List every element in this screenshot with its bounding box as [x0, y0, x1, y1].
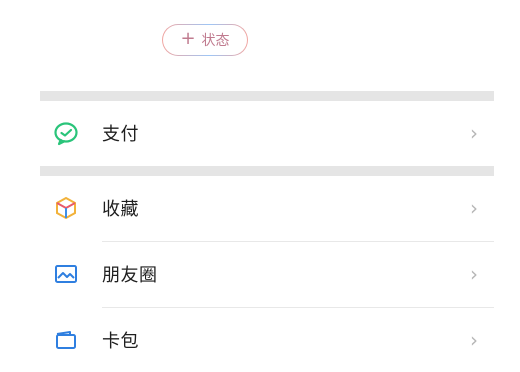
menu-item-moments[interactable]: 朋友圈 › — [40, 242, 494, 306]
card-wallet-icon — [52, 326, 80, 354]
status-label: 状态 — [201, 33, 230, 49]
favorites-cube-icon — [52, 194, 80, 222]
section-separator — [40, 166, 494, 176]
chevron-right-icon: › — [470, 121, 478, 145]
menu-item-favorites[interactable]: 收藏 › — [40, 176, 494, 240]
menu-item-pay-label: 支付 — [102, 124, 139, 145]
section-separator — [40, 91, 494, 101]
menu-item-card-wallet-label: 卡包 — [102, 331, 139, 352]
status-button[interactable]: + 状态 — [163, 25, 247, 55]
menu-item-favorites-label: 收藏 — [102, 199, 139, 220]
status-pill[interactable]: + 状态 — [162, 24, 248, 56]
plus-icon: + — [180, 28, 196, 49]
menu-item-pay[interactable]: 支付 › — [40, 101, 494, 165]
chevron-right-icon: › — [470, 196, 478, 220]
moments-image-icon — [52, 260, 80, 288]
menu-item-moments-label: 朋友圈 — [102, 265, 158, 286]
menu-item-card-wallet[interactable]: 卡包 › — [40, 308, 494, 372]
chevron-right-icon: › — [470, 328, 478, 352]
chevron-right-icon: › — [470, 262, 478, 286]
wechat-pay-icon — [52, 119, 80, 147]
